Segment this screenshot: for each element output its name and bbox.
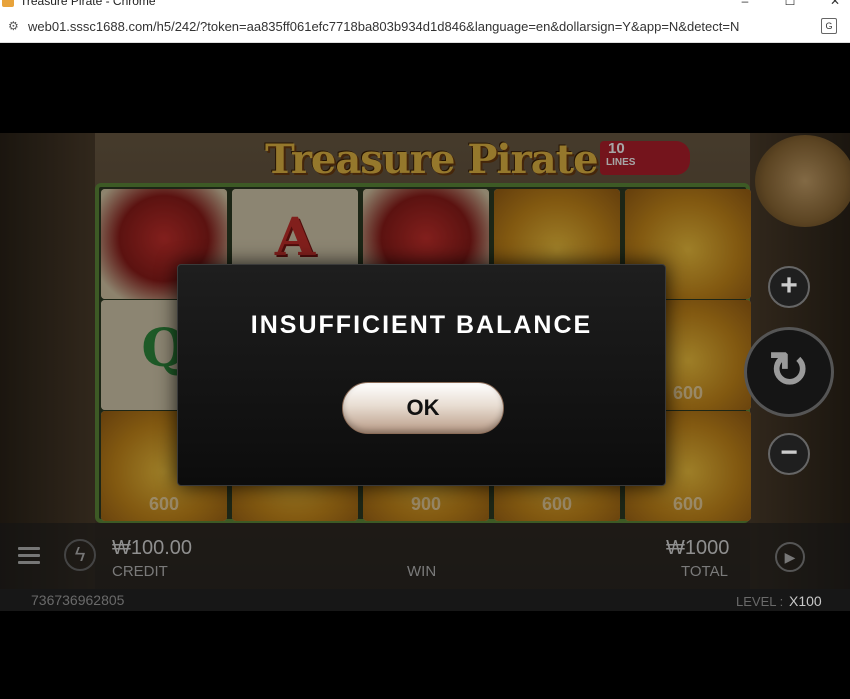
dialog-message: INSUFFICIENT BALANCE	[250, 311, 593, 339]
minimize-button[interactable]: –	[735, 0, 755, 8]
address-bar[interactable]: ⚙ web01.sssc1688.com/h5/242/?token=aa835…	[0, 9, 850, 43]
level-value: X100	[789, 593, 822, 609]
site-settings-icon[interactable]: ⚙	[8, 19, 22, 33]
url-text[interactable]: web01.sssc1688.com/h5/242/?token=aa835ff…	[28, 19, 739, 34]
credit-value: ₩100.00	[112, 537, 193, 559]
maximize-button[interactable]: ☐	[780, 0, 800, 8]
game-viewport: AQ600600600900600600 Treasure Pirate 10 …	[0, 43, 850, 699]
close-window-button[interactable]: ✕	[825, 0, 845, 8]
insufficient-balance-dialog: INSUFFICIENT BALANCE OK	[177, 264, 666, 486]
spin-button[interactable]: ↻	[744, 327, 834, 417]
menu-icon[interactable]	[18, 547, 40, 565]
translate-icon[interactable]: G	[821, 18, 837, 34]
bet-decrease-button[interactable]: −	[768, 433, 810, 475]
footer-strip	[0, 589, 850, 611]
level-label: LEVEL :	[736, 594, 784, 609]
turbo-icon[interactable]: ϟ	[64, 539, 96, 571]
win-label: WIN	[407, 563, 437, 580]
autoplay-icon[interactable]: ▶	[775, 542, 805, 572]
ok-button[interactable]: OK	[342, 382, 504, 434]
window-titlebar: Treasure Pirate - Chrome – ☐ ✕	[0, 0, 850, 9]
total-value: ₩1000	[666, 537, 730, 559]
window-title: Treasure Pirate - Chrome	[20, 0, 156, 8]
bet-increase-button[interactable]: +	[768, 266, 810, 308]
app-icon	[2, 0, 14, 7]
round-id: 736736962805	[31, 592, 125, 608]
credit-label: CREDIT	[112, 563, 168, 580]
total-label: TOTAL	[681, 563, 728, 580]
